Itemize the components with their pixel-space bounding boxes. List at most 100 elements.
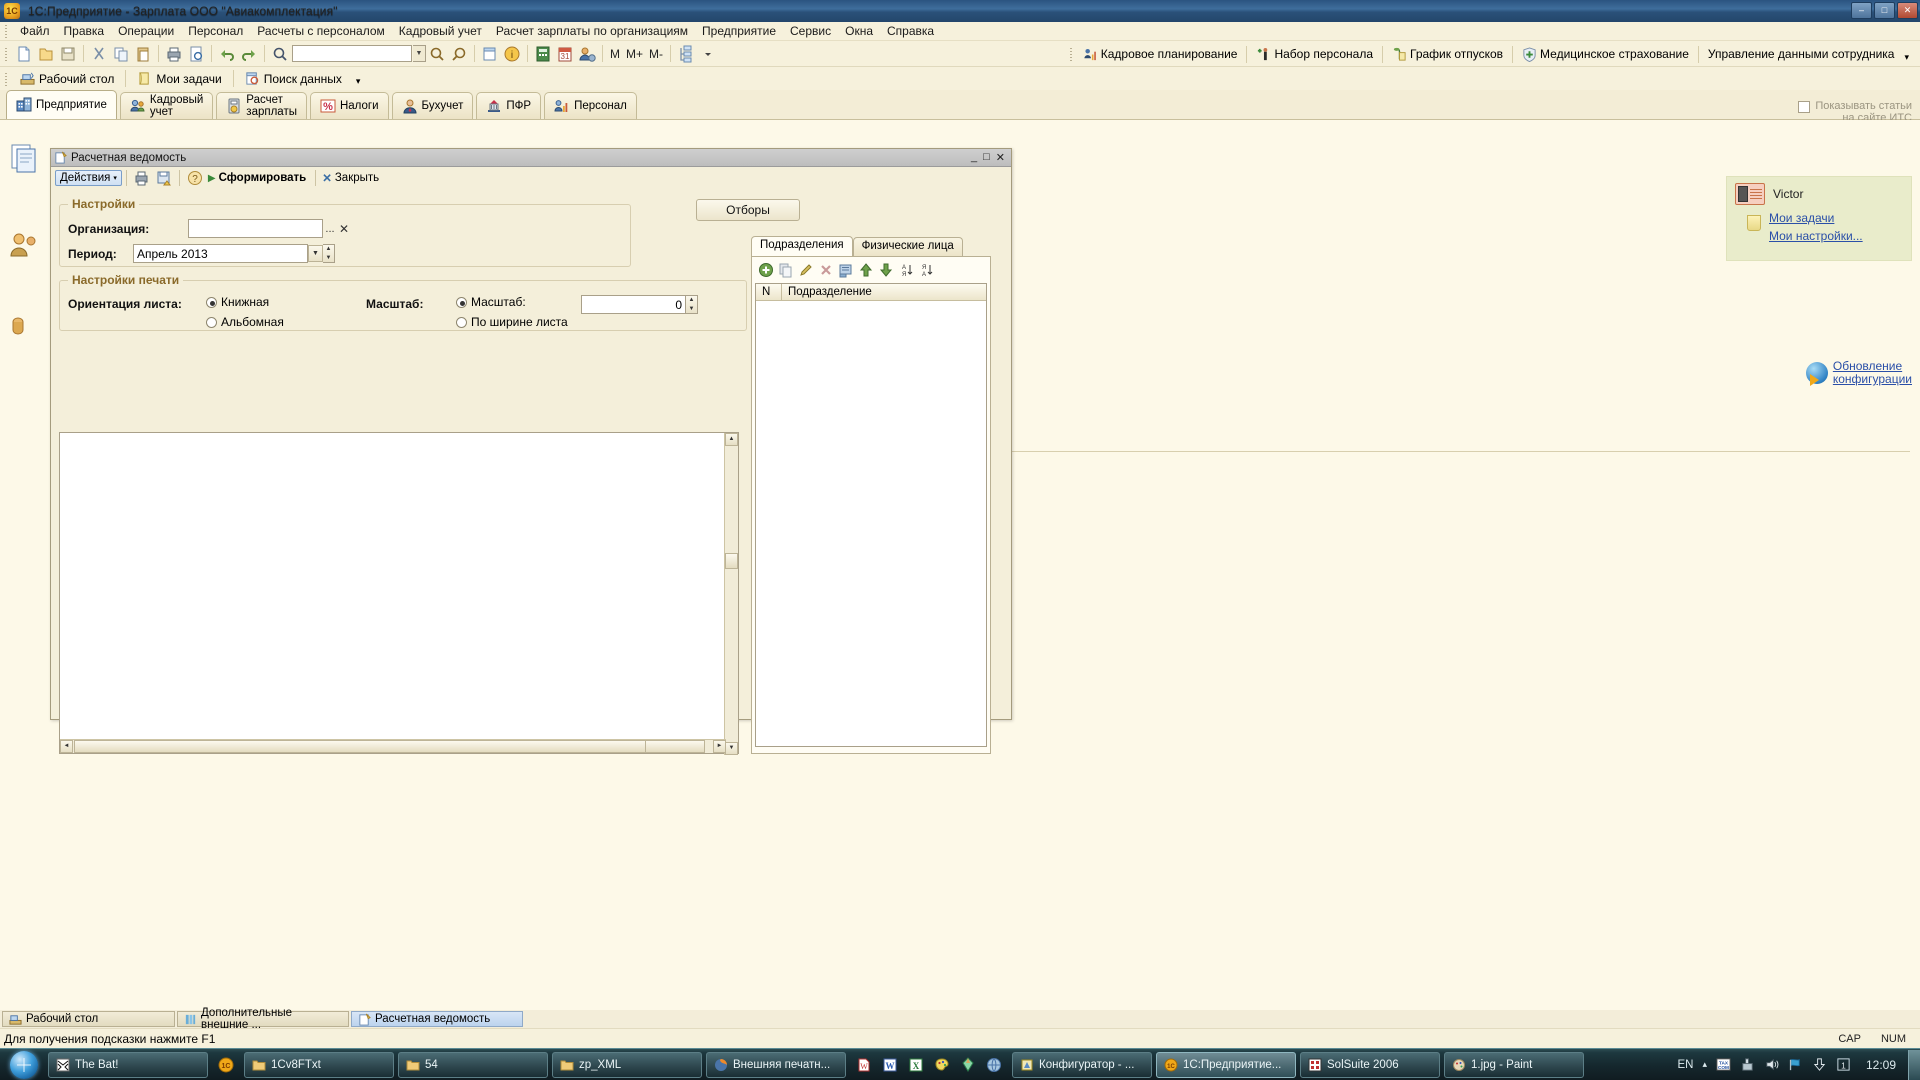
tab-taxes[interactable]: % Налоги	[309, 92, 389, 119]
toolbar-grip[interactable]	[3, 46, 10, 61]
scroll-left-arrow-icon[interactable]: ◄	[60, 740, 73, 753]
word-icon[interactable]: W	[856, 1057, 872, 1073]
scale-custom-option[interactable]: Масштаб:	[456, 295, 581, 309]
filters-button[interactable]: Отборы	[696, 199, 800, 221]
scale-fit-width-option[interactable]: По ширине листа	[456, 315, 581, 329]
tab-individuals[interactable]: Физические лица	[852, 237, 963, 256]
scroll-right-arrow-icon[interactable]: ►	[713, 740, 726, 753]
calendar-icon[interactable]: 31	[555, 44, 575, 64]
report-vertical-scrollbar[interactable]: ▲ ▼	[724, 433, 738, 755]
recruitment-button[interactable]: Набор персонала	[1251, 45, 1378, 64]
save-icon[interactable]	[155, 169, 173, 187]
help-icon[interactable]: i	[502, 44, 522, 64]
update-configuration-link[interactable]: Обновление конфигурации	[1833, 360, 1912, 386]
language-indicator[interactable]: EN	[1677, 1059, 1693, 1071]
scroll-down-arrow-icon[interactable]: ▼	[725, 742, 738, 755]
print-icon[interactable]	[164, 44, 184, 64]
orientation-landscape[interactable]: Альбомная	[206, 315, 366, 329]
nav-search-data[interactable]: Поиск данных	[238, 69, 349, 88]
generate-button[interactable]: ▶ Сформировать	[206, 172, 311, 184]
find-next-icon[interactable]	[427, 44, 447, 64]
navbar-overflow-button[interactable]: ▾	[349, 69, 368, 89]
memory-button[interactable]: М	[607, 47, 623, 61]
my-tasks-link[interactable]: Мои задачи	[1769, 211, 1863, 225]
subdivisions-grid[interactable]: N Подразделение	[755, 283, 987, 747]
edit-icon[interactable]	[798, 262, 814, 278]
undo-icon[interactable]	[217, 44, 237, 64]
its-checkbox-box[interactable]	[1798, 101, 1811, 113]
tab-enterprise[interactable]: Предприятие	[6, 90, 117, 119]
taskbar-item-paint[interactable]: 1.jpg - Paint	[1444, 1051, 1584, 1078]
1c-quick-icon[interactable]: 1C	[218, 1057, 234, 1073]
cut-icon[interactable]	[89, 44, 109, 64]
menu-service[interactable]: Сервис	[783, 22, 838, 40]
delete-icon[interactable]	[818, 262, 834, 278]
v-scroll-thumb[interactable]	[725, 553, 738, 569]
show-desktop-button[interactable]	[1908, 1049, 1920, 1080]
start-button[interactable]	[2, 1050, 46, 1080]
taskbar-item-54[interactable]: 54	[398, 1051, 548, 1078]
report-output-pane[interactable]: ▲ ▼ ◄ ►	[59, 432, 739, 755]
calculator-icon[interactable]	[533, 44, 553, 64]
vacation-schedule-button[interactable]: График отпусков	[1387, 45, 1508, 64]
menu-help[interactable]: Справка	[880, 22, 941, 40]
report-maximize-button[interactable]: □	[983, 151, 990, 164]
scale-value-input[interactable]: 0	[581, 295, 686, 314]
flag-icon[interactable]	[1788, 1057, 1803, 1072]
user-settings-icon[interactable]	[577, 44, 597, 64]
window-tab-report[interactable]: Расчетная ведомость	[351, 1011, 523, 1027]
period-input[interactable]: Апрель 2013	[133, 244, 308, 263]
report-horizontal-scrollbar[interactable]: ◄ ►	[60, 739, 726, 753]
menu-windows[interactable]: Окна	[838, 22, 880, 40]
scale-spinner[interactable]: ▲ ▼	[686, 295, 698, 314]
taskbar-item-external-print[interactable]: Внешняя печатн...	[706, 1051, 846, 1078]
save-document-icon[interactable]	[58, 44, 78, 64]
right-toolbar-grip[interactable]	[1067, 47, 1075, 61]
move-up-icon[interactable]	[858, 262, 874, 278]
menu-enterprise[interactable]: Предприятие	[695, 22, 783, 40]
menu-edit[interactable]: Правка	[57, 22, 112, 40]
documents-stack-icon[interactable]	[8, 140, 42, 174]
search-dropdown-icon[interactable]: ▼	[413, 45, 426, 62]
hr-planning-button[interactable]: Кадровое планирование	[1078, 45, 1243, 64]
tab-payroll[interactable]: Расчет зарплаты	[216, 92, 307, 119]
print-icon[interactable]	[133, 169, 151, 187]
organization-input[interactable]	[188, 219, 323, 238]
taskbar-item-1c-enterprise[interactable]: 1C 1С:Предприятие...	[1156, 1051, 1296, 1078]
update-configuration[interactable]: Обновление конфигурации	[1805, 360, 1912, 386]
tab-pfr[interactable]: ПФР	[476, 92, 542, 119]
window-tab-desktop[interactable]: Рабочий стол	[2, 1011, 175, 1027]
organization-select-button[interactable]: ...	[323, 223, 337, 235]
tab-hr-accounting[interactable]: Кадровый учет	[119, 92, 214, 119]
nav-desktop[interactable]: Рабочий стол	[13, 69, 121, 88]
medical-insurance-button[interactable]: Медицинское страхование	[1517, 45, 1694, 64]
menu-file[interactable]: Файл	[13, 22, 57, 40]
help-icon[interactable]: ?	[186, 169, 204, 187]
copy-icon[interactable]	[778, 262, 794, 278]
network-icon[interactable]	[1740, 1057, 1755, 1072]
nav-tasks[interactable]: Мои задачи	[130, 69, 228, 88]
download-icon[interactable]	[1812, 1057, 1827, 1072]
menu-personnel[interactable]: Персонал	[181, 22, 250, 40]
menu-payroll-org[interactable]: Расчет зарплаты по организациям	[489, 22, 695, 40]
period-dropdown-icon[interactable]: ▼	[308, 245, 323, 262]
new-document-icon[interactable]	[14, 44, 34, 64]
search-input[interactable]	[292, 45, 412, 62]
word2-icon[interactable]: W	[882, 1057, 898, 1073]
tab-personnel[interactable]: Персонал	[544, 92, 637, 119]
excel-icon[interactable]: X	[908, 1057, 924, 1073]
orientation-portrait[interactable]: Книжная	[206, 295, 366, 309]
tray-expand-icon[interactable]: ▴	[1702, 1059, 1707, 1070]
menu-settlements[interactable]: Расчеты с персоналом	[250, 22, 391, 40]
window-list-icon[interactable]	[480, 44, 500, 64]
period-spinner[interactable]: ▲ ▼	[323, 244, 335, 263]
paste-icon[interactable]	[133, 44, 153, 64]
tree-dropdown-icon[interactable]	[698, 44, 718, 64]
toolbar-overflow-button[interactable]: ▾	[1899, 44, 1914, 65]
minimize-button[interactable]: –	[1851, 2, 1872, 19]
taskbar-item-solsuite[interactable]: SolSuite 2006	[1300, 1051, 1440, 1078]
report-close-button[interactable]: ✕	[996, 151, 1005, 164]
menubar-grip[interactable]	[3, 24, 10, 38]
onenote-icon[interactable]: 1	[1836, 1057, 1851, 1072]
sort-asc-icon[interactable]: АЯ	[898, 262, 914, 278]
